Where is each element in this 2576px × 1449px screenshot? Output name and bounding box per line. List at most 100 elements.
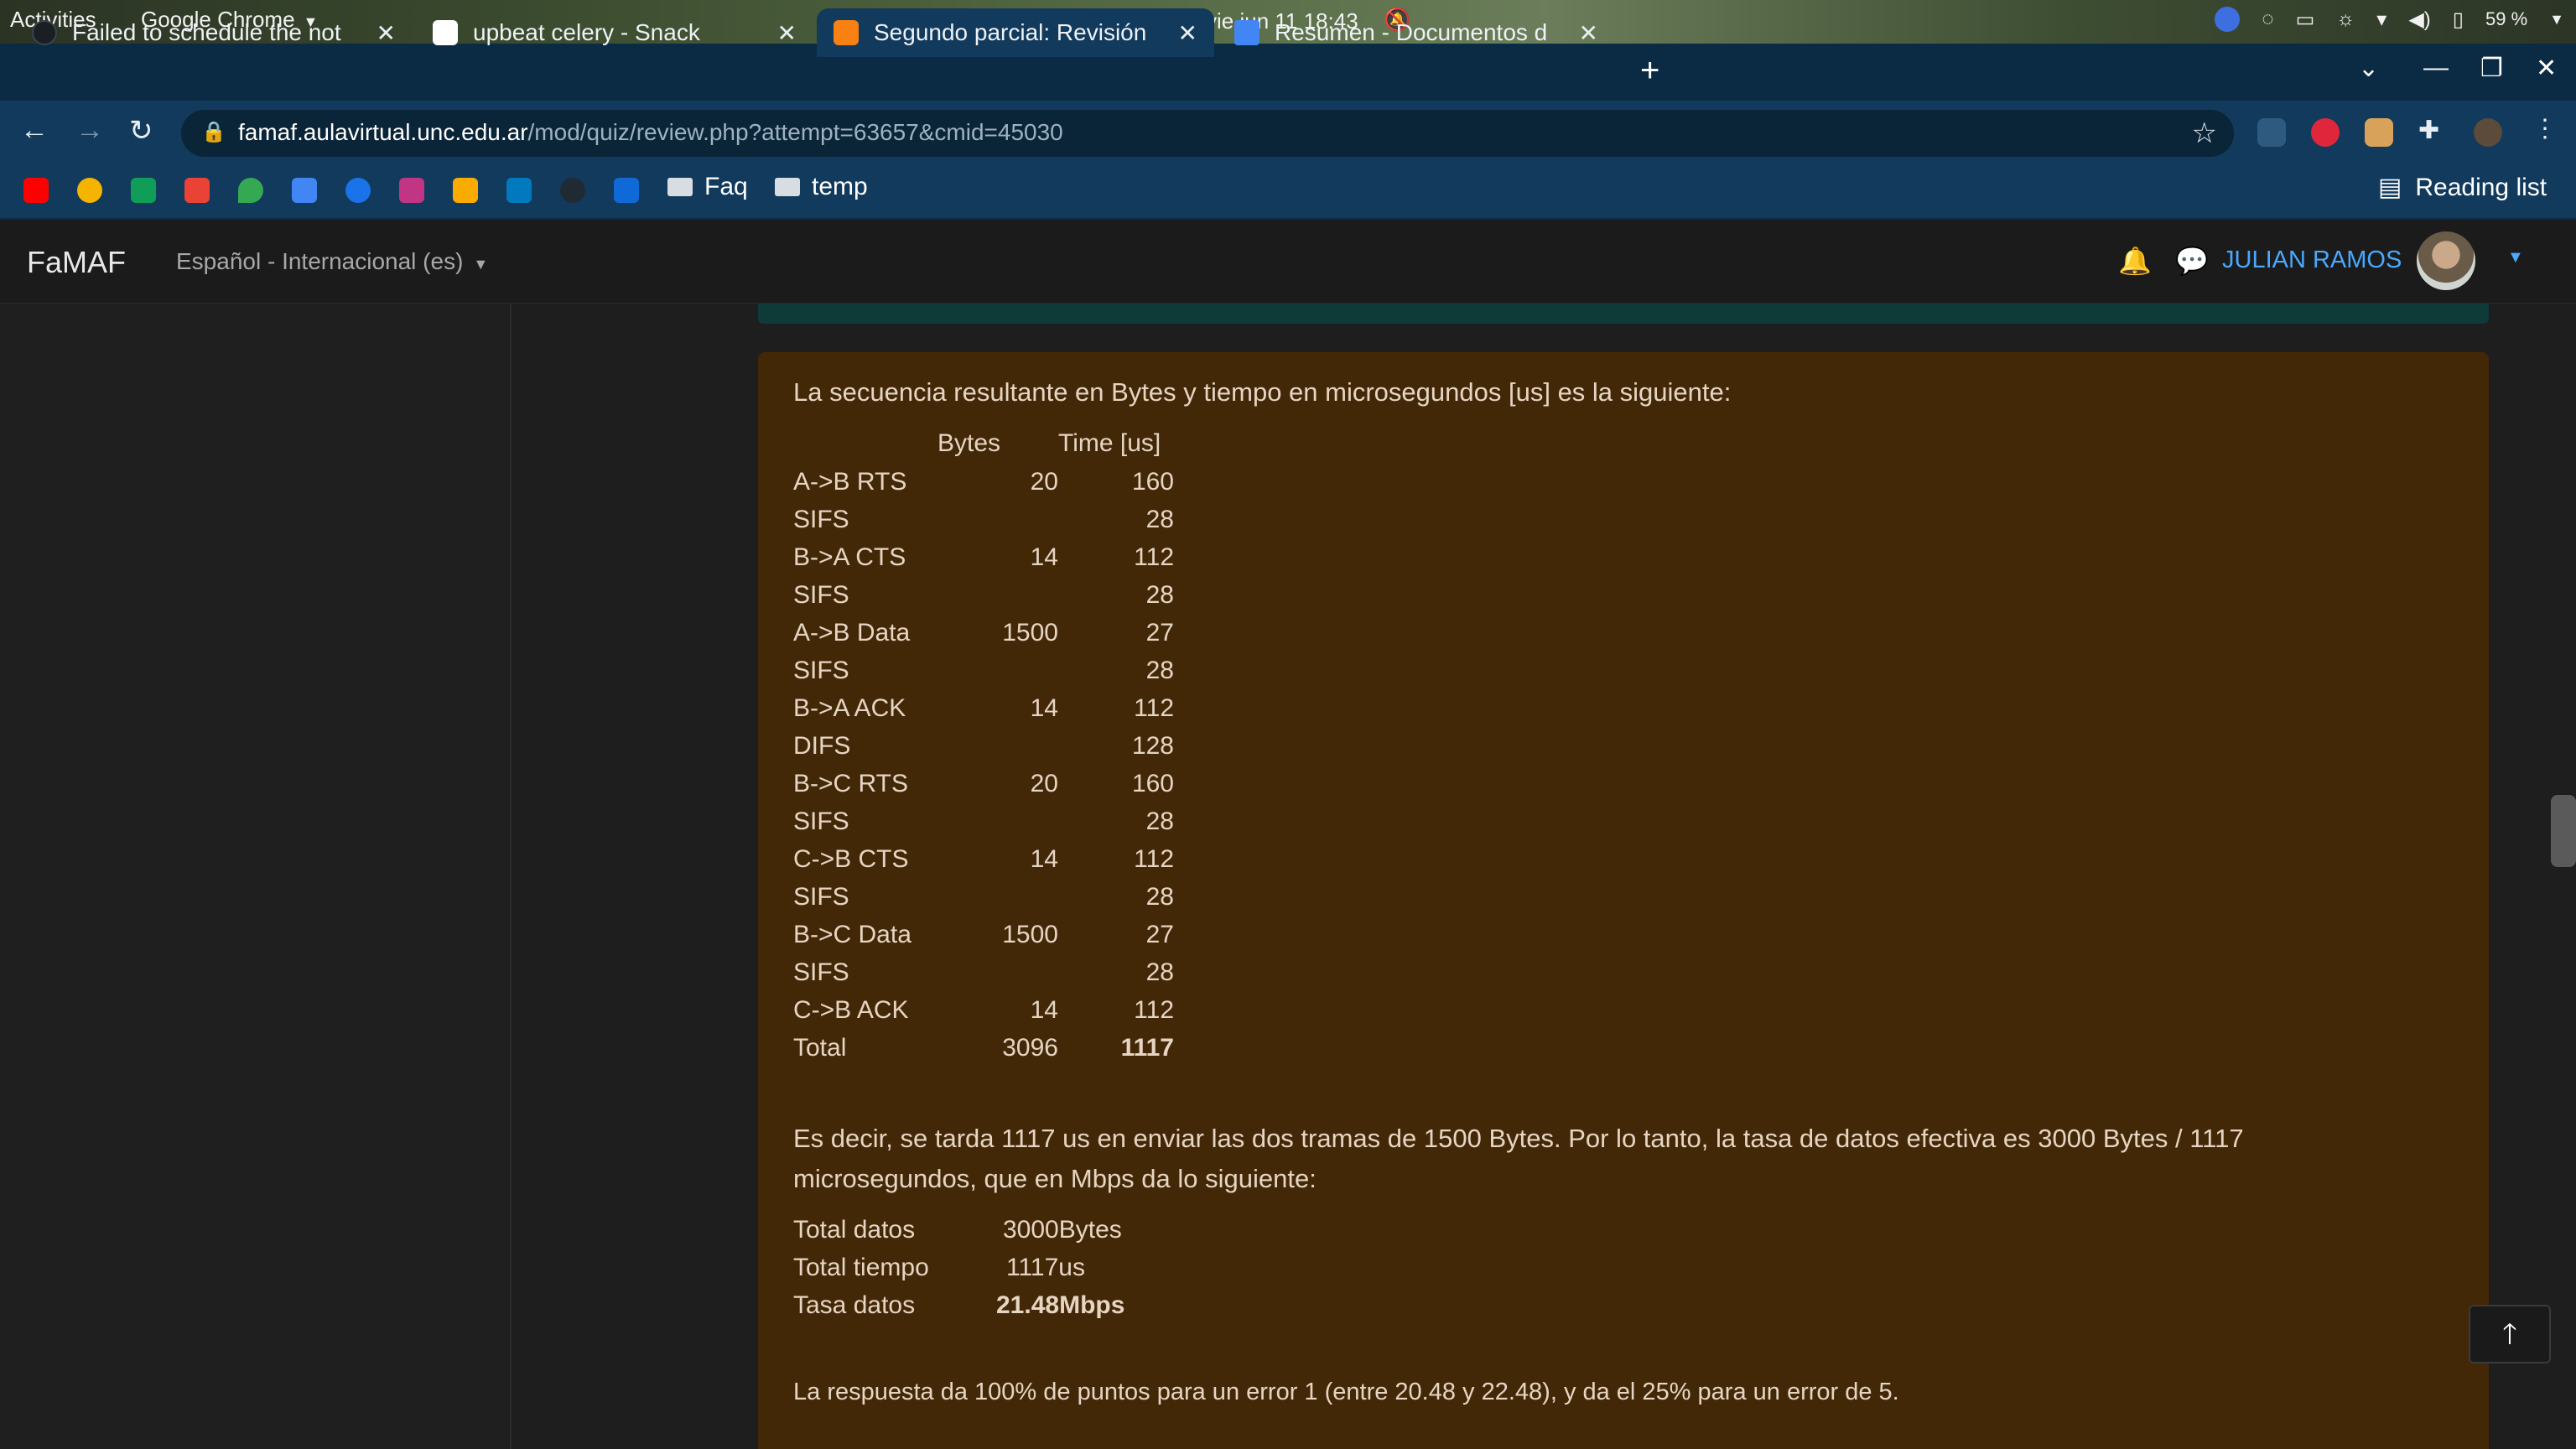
summary-value-rate: 21.48Mbps	[996, 1291, 1125, 1319]
forward-icon[interactable]: →	[75, 114, 104, 147]
summary-label: Total tiempo	[793, 1254, 929, 1281]
table-cell-time: 28	[1145, 808, 1174, 835]
back-to-top-button[interactable]: 🡑	[2469, 1305, 2551, 1363]
table-cell-bytes: 14	[1030, 543, 1058, 571]
photos-icon[interactable]	[77, 178, 102, 203]
snack-icon	[433, 20, 458, 45]
github-icon	[32, 20, 57, 45]
bookmark-star-icon[interactable]: ☆	[2192, 117, 2217, 150]
minimize-icon[interactable]: —	[2423, 54, 2449, 82]
url-text[interactable]: famaf.aulavirtual.unc.edu.ar/mod/quiz/re…	[238, 119, 1063, 146]
table-cell-bytes: 1500	[1002, 619, 1058, 647]
messages-icon[interactable]: 💬	[2175, 245, 2209, 277]
table-cell-time: 112	[1134, 996, 1174, 1024]
close-icon[interactable]: ✕	[377, 19, 396, 47]
bitbucket-icon[interactable]	[614, 178, 639, 203]
chevron-down-icon[interactable]: ▼	[2507, 248, 2524, 267]
table-cell-bytes: 14	[1030, 694, 1058, 722]
close-icon[interactable]: ✕	[777, 19, 797, 47]
extension-icon[interactable]	[2257, 118, 2286, 147]
language-label: Español - Internacional (es)	[176, 248, 464, 274]
tab-label: Resumen - Documentos d	[1275, 19, 1548, 45]
table-cell-time-total: 1117	[1120, 1034, 1174, 1062]
maps-icon[interactable]	[238, 178, 263, 203]
folder-label: Faq	[704, 173, 748, 200]
extension-icon[interactable]	[2365, 118, 2393, 147]
github-icon[interactable]	[560, 178, 585, 203]
profile-icon[interactable]	[2474, 118, 2502, 147]
table-cell-time: 27	[1145, 619, 1174, 647]
table-row-label: B->A CTS	[793, 543, 906, 571]
tab-resumen[interactable]: Resumen - Documentos d ✕	[1218, 8, 1615, 57]
reload-icon[interactable]: ↻	[129, 114, 153, 148]
back-icon[interactable]: ←	[20, 114, 49, 147]
table-cell-bytes: 20	[1030, 468, 1058, 496]
table-cell-time: 28	[1145, 657, 1174, 684]
table-row-label: SIFS	[793, 581, 849, 609]
reading-list-button[interactable]: ▤ Reading list	[2378, 173, 2547, 202]
restore-icon[interactable]: ❐	[2480, 54, 2503, 83]
summary-label: Total datos	[793, 1216, 916, 1244]
reading-list-icon: ▤	[2378, 174, 2402, 201]
table-row-label: A->B RTS	[793, 468, 907, 496]
lock-icon[interactable]: 🔒	[201, 120, 226, 144]
bell-icon[interactable]: 🔔	[2118, 245, 2152, 277]
volume-icon: ◀)	[2408, 8, 2431, 31]
address-bar[interactable]: 🔒 famaf.aulavirtual.unc.edu.ar/mod/quiz/…	[181, 110, 2234, 157]
drive-icon[interactable]	[131, 178, 156, 203]
site-brand[interactable]: FaMAF	[27, 245, 126, 280]
table-cell-time: 28	[1145, 958, 1174, 986]
close-icon[interactable]: ✕	[1178, 19, 1197, 47]
trello-icon[interactable]	[506, 178, 532, 203]
battery-level: 59 %	[2485, 8, 2528, 29]
keep-icon[interactable]	[453, 178, 478, 203]
answer-block-edge	[758, 304, 2489, 324]
user-name[interactable]: JULIAN RAMOS	[2222, 247, 2402, 274]
table-row-label: DIFS	[793, 732, 851, 760]
table-row-label: B->C Data	[793, 921, 911, 948]
bookmark-folder-faq[interactable]: Faq	[667, 173, 748, 201]
table-cell-time: 28	[1145, 883, 1174, 911]
language-menu[interactable]: Español - Internacional (es) ▼	[176, 248, 488, 275]
general-feedback-panel	[758, 352, 2489, 1449]
new-tab-button[interactable]: +	[1640, 52, 1659, 90]
tab-github[interactable]: Failed to schedule the not ✕	[15, 8, 413, 57]
puzzle-icon[interactable]: ✚	[2418, 116, 2439, 145]
window-close-icon[interactable]: ✕	[2536, 54, 2557, 83]
table-row-label: A->B Data	[793, 619, 911, 647]
table-row-label: Total	[793, 1034, 847, 1062]
column-header-bytes: Bytes	[937, 429, 1001, 457]
table-row-label: B->A ACK	[793, 694, 906, 722]
grammarly-icon[interactable]	[345, 178, 371, 203]
table-cell-time: 160	[1131, 770, 1174, 797]
chevron-down-icon: ▼	[473, 256, 489, 273]
scrollbar-thumb[interactable]	[2551, 795, 2576, 867]
menu-kebab-icon[interactable]: ⋮	[2532, 114, 2558, 143]
tab-search-icon[interactable]: ⌄	[2358, 54, 2379, 83]
tab-segundo-parcial[interactable]: Segundo parcial: Revisión ✕	[817, 8, 1214, 57]
battery-icon: ▯	[2452, 8, 2464, 31]
table-cell-bytes: 1500	[1002, 921, 1058, 948]
bookmark-folder-temp[interactable]: temp	[775, 173, 868, 201]
system-tray[interactable]: ◌ ▭ ☼ ▾ ◀) ▯ 59 % ▼	[2215, 7, 2564, 32]
table-cell-bytes: 20	[1030, 770, 1058, 797]
gmail-icon[interactable]	[184, 178, 210, 203]
moodle-icon	[834, 20, 859, 45]
feedback-explanation-cont: microsegundos, que en Mbps da lo siguien…	[793, 1164, 1317, 1193]
brightness-icon: ☼	[2336, 8, 2355, 30]
arrow-up-icon: 🡑	[2502, 1318, 2517, 1350]
close-icon[interactable]: ✕	[1579, 19, 1598, 47]
grading-note: La respuesta da 100% de puntos para un e…	[793, 1379, 1899, 1405]
calendar-icon[interactable]	[292, 178, 317, 203]
table-row-label: SIFS	[793, 506, 849, 533]
instagram-icon[interactable]	[399, 178, 424, 203]
tab-snack[interactable]: upbeat celery - Snack ✕	[416, 8, 813, 57]
avatar[interactable]	[2417, 231, 2475, 290]
youtube-icon[interactable]	[23, 178, 49, 203]
adblock-icon[interactable]	[2311, 118, 2340, 147]
reading-list-label: Reading list	[2415, 173, 2547, 201]
table-cell-time: 128	[1131, 732, 1174, 760]
column-header-time: Time [us]	[1058, 429, 1161, 457]
folder-label: temp	[812, 173, 868, 200]
table-row-label: B->C RTS	[793, 770, 908, 797]
